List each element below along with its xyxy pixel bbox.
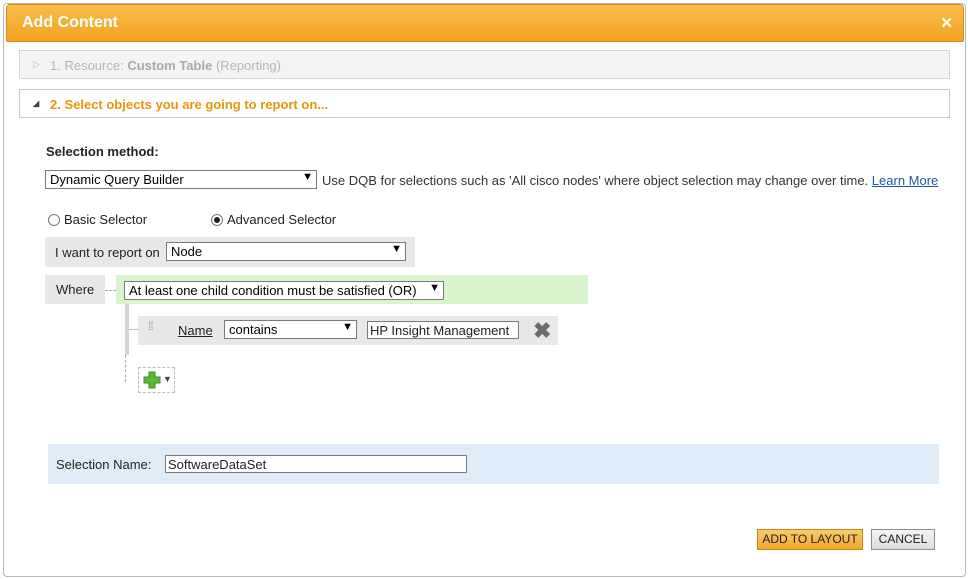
delete-rule-icon[interactable]: ✖ — [533, 318, 551, 344]
add-to-layout-button[interactable]: ADD TO LAYOUT — [757, 529, 863, 550]
dropdown-arrow-icon: ▼ — [342, 321, 353, 333]
condition-type-value: At least one child condition must be sat… — [129, 283, 417, 298]
learn-more-link[interactable]: Learn More — [872, 173, 938, 188]
dialog-title: Add Content — [22, 14, 118, 31]
step-2-select-objects[interactable]: ◢ 2. Select objects you are going to rep… — [19, 89, 950, 118]
rule-operator-select[interactable]: contains ▼ — [224, 320, 357, 339]
selection-method-label: Selection method: — [46, 144, 159, 159]
chevron-down-icon: ▼ — [163, 374, 172, 384]
where-label-box: Where — [45, 275, 105, 304]
radio-unchecked-icon — [48, 214, 60, 226]
selection-name-label: Selection Name: — [56, 457, 152, 472]
report-on-value: Node — [171, 244, 203, 259]
selection-method-select[interactable]: Dynamic Query Builder ▼ — [45, 170, 317, 189]
step-1-resource-name: Custom Table — [127, 58, 213, 73]
drag-handle-icon[interactable]: ⁞⁞ — [148, 320, 154, 332]
basic-selector-radio[interactable]: Basic Selector — [48, 212, 147, 227]
connector-line — [105, 290, 116, 291]
condition-group: At least one child condition must be sat… — [116, 275, 588, 304]
add-condition-button[interactable]: ▼ — [138, 367, 175, 393]
dropdown-arrow-icon: ▼ — [391, 243, 402, 255]
advanced-selector-radio[interactable]: Advanced Selector — [211, 212, 336, 227]
expand-triangle-icon: ▷ — [33, 59, 40, 69]
radio-checked-icon — [211, 214, 223, 226]
selection-method-value: Dynamic Query Builder — [50, 172, 184, 187]
report-on-select[interactable]: Node ▼ — [166, 242, 406, 261]
collapse-triangle-icon: ◢ — [33, 99, 40, 108]
basic-selector-label: Basic Selector — [64, 212, 148, 227]
dialog-titlebar: Add Content ✕ — [6, 4, 964, 42]
selection-name-panel: Selection Name: SoftwareDataSet — [48, 444, 939, 484]
dropdown-arrow-icon: ▼ — [429, 282, 440, 294]
step-1-resource[interactable]: ▷ 1. Resource: Custom Table (Reporting) — [19, 50, 950, 79]
condition-rule-row: ⁞⁞ Name contains ▼ HP Insight Management… — [138, 316, 558, 345]
report-on-label: I want to report on — [55, 245, 160, 260]
rule-value-input[interactable]: HP Insight Management — [367, 321, 519, 339]
rule-operator-value: contains — [229, 322, 278, 337]
dropdown-arrow-icon: ▼ — [302, 171, 313, 183]
report-on-row: I want to report on Node ▼ — [45, 237, 415, 267]
tree-branch — [129, 329, 138, 330]
plus-icon — [143, 371, 161, 389]
close-icon[interactable]: ✕ — [940, 16, 953, 32]
where-label: Where — [56, 282, 95, 297]
selection-method-help: Use DQB for selections such as 'All cisc… — [322, 173, 869, 188]
tree-connector-dashed — [125, 355, 126, 382]
step-1-suffix: (Reporting) — [215, 58, 281, 73]
rule-field-link[interactable]: Name — [178, 323, 213, 338]
selection-name-input[interactable]: SoftwareDataSet — [165, 455, 467, 473]
step-2-label: 2. Select objects you are going to repor… — [50, 97, 329, 112]
cancel-button[interactable]: CANCEL — [871, 529, 935, 550]
condition-type-select[interactable]: At least one child condition must be sat… — [124, 281, 444, 300]
advanced-selector-label: Advanced Selector — [227, 212, 337, 227]
step-1-prefix: 1. Resource: — [50, 58, 124, 73]
